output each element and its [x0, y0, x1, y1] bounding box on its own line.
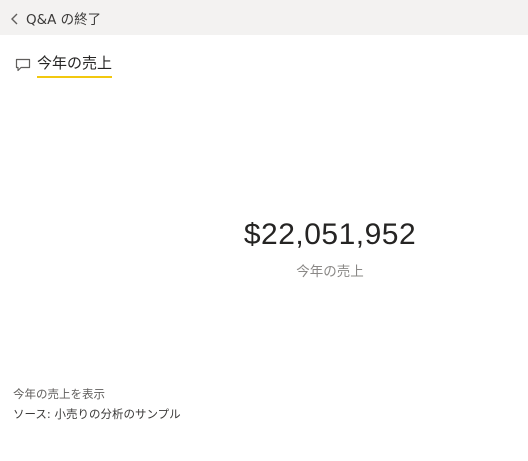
kpi-label: 今年の売上 — [296, 264, 364, 280]
question-underline — [37, 75, 113, 78]
question-input[interactable]: 今年の売上 — [37, 52, 113, 78]
kpi-value: $22,051,952 — [243, 218, 417, 251]
exit-qa-button[interactable]: Q&A の終了 — [0, 0, 528, 35]
show-result-text: 今年の売上を表示 — [13, 387, 105, 401]
exit-qa-label: Q&A の終了 — [26, 11, 102, 28]
source-text: ソース: 小売りの分析のサンプル — [13, 407, 181, 421]
question-row[interactable]: 今年の売上 — [15, 52, 113, 78]
chevron-left-icon — [10, 11, 20, 25]
chat-bubble-icon — [15, 57, 31, 72]
question-text: 今年の売上 — [37, 53, 113, 72]
